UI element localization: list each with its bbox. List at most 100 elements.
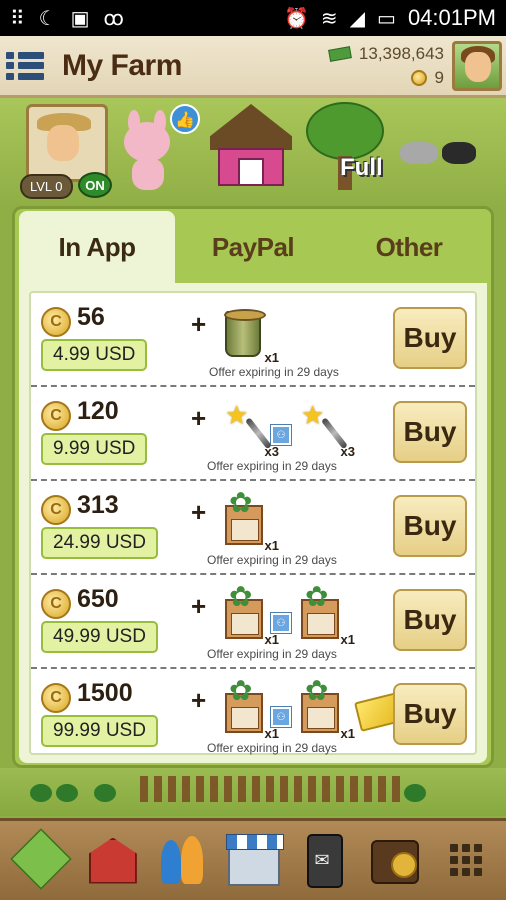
- thumbs-up-icon[interactable]: 👍: [170, 104, 200, 134]
- plant-crate-icon: ✿ x1: [297, 677, 355, 741]
- buy-button[interactable]: Buy: [393, 401, 467, 463]
- offer-list[interactable]: C 56 4.99 USD + x1 Offer expiring in 29 …: [29, 291, 477, 755]
- offer-expiry: Offer expiring in 29 days: [207, 553, 337, 567]
- offer-expiry: Offer expiring in 29 days: [207, 647, 337, 661]
- item-quantity: x1: [264, 632, 279, 647]
- bush: [404, 784, 426, 802]
- signal-icon: ◢: [349, 7, 366, 30]
- bunny-character-icon[interactable]: [118, 110, 178, 190]
- offer-expiry: Offer expiring in 29 days: [209, 365, 339, 379]
- item-quantity: x1: [264, 538, 279, 553]
- plus-sign: +: [191, 685, 207, 715]
- payment-tabs: In App PayPal Other: [19, 211, 487, 283]
- coin-icon: C: [41, 683, 71, 713]
- buy-button[interactable]: Buy: [393, 307, 467, 369]
- list-item: C 1500 99.99 USD + ✿x1 ⚇ ✿x1 x1 Offer ex…: [31, 669, 475, 763]
- coin-icon: [410, 70, 427, 86]
- magic-wand-icon: ★ x3: [225, 401, 279, 459]
- image-icon: ▣: [70, 7, 90, 30]
- item-quantity: x1: [340, 632, 355, 647]
- plus-sign: +: [191, 591, 207, 621]
- bush: [30, 784, 52, 802]
- offer-expiry: Offer expiring in 29 days: [207, 741, 337, 755]
- buy-button[interactable]: Buy: [393, 495, 467, 557]
- wallet-icon[interactable]: [365, 830, 423, 892]
- plant-crate-icon: ✿ x1: [297, 583, 355, 647]
- page-title: My Farm: [62, 48, 182, 82]
- grid-icon: ⠿: [10, 7, 25, 30]
- buy-button[interactable]: Buy: [393, 683, 467, 745]
- plant-crate-icon: ✿ x1: [221, 677, 279, 741]
- offer-price: 49.99 USD: [41, 621, 158, 653]
- offer-price: 9.99 USD: [41, 433, 148, 465]
- friends-icon[interactable]: [153, 830, 211, 892]
- online-toggle[interactable]: ON: [78, 172, 112, 198]
- offer-coins: 1500: [77, 679, 133, 707]
- plant-crate-icon: ✿ x1: [221, 489, 279, 553]
- offer-price: 4.99 USD: [41, 339, 148, 371]
- coin-icon: C: [41, 495, 71, 525]
- currency-stats: 13,398,643 9: [328, 42, 444, 90]
- treehouse-status: Full: [340, 154, 383, 181]
- offer-coins: 56: [77, 303, 105, 331]
- purchase-dialog: In App PayPal Other C 56 4.99 USD + x1 O…: [12, 206, 494, 768]
- avatar[interactable]: [452, 41, 502, 91]
- gift-link-icon: ⚇: [270, 612, 292, 634]
- item-quantity: x3: [264, 444, 279, 459]
- wifi-icon: ≋: [320, 7, 338, 30]
- status-time: 04:01PM: [407, 5, 496, 30]
- barn-building[interactable]: [210, 104, 292, 188]
- status-bar: ⠿ ☾ ▣ ꝏ ⏰ ≋ ◢ ▭ 04:01PM: [0, 0, 506, 36]
- cash-icon: [328, 46, 352, 62]
- buy-button[interactable]: Buy: [393, 589, 467, 651]
- menu-button[interactable]: [6, 48, 46, 84]
- plus-sign: +: [191, 309, 207, 339]
- item-quantity: x1: [264, 726, 279, 741]
- apps-grid-icon[interactable]: [436, 830, 494, 892]
- bush: [94, 784, 116, 802]
- list-item: C 120 9.99 USD + ★ x3 ⚇ ★ x3 Offer expirin…: [31, 387, 475, 481]
- gray-cat-icon: [400, 142, 438, 164]
- coin-icon: C: [41, 589, 71, 619]
- item-quantity: x1: [264, 350, 279, 365]
- list-item: C 650 49.99 USD + ✿ x1 ⚇ ✿ x1 Offer expiri…: [31, 575, 475, 669]
- black-cat-icon: [442, 142, 476, 164]
- coin-icon: C: [41, 307, 71, 337]
- magic-wand-icon: ★ x3: [301, 401, 355, 459]
- coin-amount: 9: [434, 68, 444, 87]
- barn-icon[interactable]: [83, 830, 141, 892]
- field-icon[interactable]: [10, 827, 73, 892]
- offer-coins: 313: [77, 491, 119, 519]
- bush: [56, 784, 78, 802]
- messages-icon[interactable]: [295, 830, 353, 892]
- battery-icon: ▭: [377, 7, 396, 30]
- gift-link-icon: ⚇: [270, 424, 292, 446]
- tab-other[interactable]: Other: [331, 211, 487, 283]
- tab-paypal[interactable]: PayPal: [175, 211, 331, 283]
- alarm-icon: ⏰: [283, 7, 309, 30]
- player-portrait[interactable]: [26, 104, 108, 182]
- item-quantity: x1: [340, 726, 355, 741]
- bucket-icon: x1: [221, 305, 279, 365]
- coin-icon: C: [41, 401, 71, 431]
- menu-icon: [6, 51, 46, 59]
- bottom-dock: [0, 818, 506, 900]
- offer-coins: 120: [77, 397, 119, 425]
- shop-icon[interactable]: [224, 830, 284, 892]
- farm-scene: LVL 0 ON 👍 Full: [0, 98, 506, 208]
- level-badge: LVL 0: [20, 174, 73, 199]
- offers-panel: C 56 4.99 USD + x1 Offer expiring in 29 …: [19, 283, 487, 763]
- tab-in-app[interactable]: In App: [19, 211, 175, 283]
- gift-link-icon: ⚇: [270, 706, 292, 728]
- fence: [140, 776, 400, 802]
- offer-expiry: Offer expiring in 29 days: [207, 459, 337, 473]
- moon-icon: ☾: [38, 7, 57, 30]
- list-item: C 56 4.99 USD + x1 Offer expiring in 29 …: [31, 293, 475, 387]
- list-item: C 313 24.99 USD + ✿ x1 Offer expiring in …: [31, 481, 475, 575]
- offer-coins: 650: [77, 585, 119, 613]
- offer-price: 99.99 USD: [41, 715, 158, 747]
- plus-sign: +: [191, 497, 207, 527]
- item-quantity: x3: [340, 444, 355, 459]
- plus-sign: +: [191, 403, 207, 433]
- offer-price: 24.99 USD: [41, 527, 158, 559]
